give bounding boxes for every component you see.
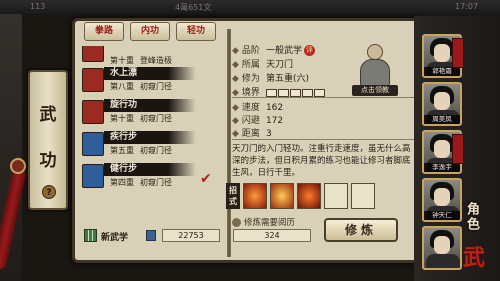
sect-row: ◆ 所属 天刀门: [232, 60, 293, 70]
skill-name: 水上漂: [110, 68, 138, 78]
range-row: ◆ 距离 3: [232, 129, 272, 139]
new-skill-label: 新武学: [101, 233, 129, 243]
moves-label: 招式: [226, 183, 240, 209]
status-left-number: 113: [30, 2, 46, 11]
move-slot-2[interactable]: [270, 183, 294, 209]
grid-icon[interactable]: [84, 229, 97, 242]
selected-check-icon: ✔: [200, 171, 212, 187]
move-slot-4[interactable]: [324, 183, 348, 209]
detail-separator: [232, 139, 416, 140]
training-requirement-value: 324: [233, 229, 311, 242]
skill-level: 第四重 初窥门径: [110, 178, 172, 187]
new-skill-value: 22753: [162, 229, 220, 242]
seal-logo: 武: [462, 245, 485, 271]
side-red-tab: [452, 134, 464, 164]
status-time: 17:07: [455, 2, 479, 11]
skill-item-selected[interactable]: 疾行步 第五重 初窥门径: [80, 128, 222, 158]
experience-icon: [232, 218, 241, 227]
character-portrait[interactable]: 周美凤: [422, 82, 462, 126]
tab-light[interactable]: 轻功: [176, 22, 216, 41]
role-label[interactable]: 角色: [462, 202, 481, 232]
master-body: [360, 59, 390, 87]
book-icon: [82, 100, 104, 124]
grade-row: ◆ 品阶 一般武学评: [232, 45, 315, 56]
book-icon: [82, 164, 104, 188]
status-money: 4萬651文: [175, 3, 212, 12]
cultivation-row: ◆ 修为 第五重(六): [232, 74, 309, 84]
train-button[interactable]: 修炼: [324, 218, 398, 242]
move-slot-3[interactable]: [297, 183, 321, 209]
tab-inner[interactable]: 内功: [130, 22, 170, 41]
help-icon[interactable]: ?: [42, 185, 56, 199]
master-portrait[interactable]: 点击领教: [352, 42, 398, 96]
panel-divider: [227, 29, 231, 257]
skill-level: 第十重 初窥门径: [110, 114, 172, 123]
skill-level: 第八重 初窥门径: [110, 82, 172, 91]
new-skill-bar: 新武学 22753: [84, 229, 224, 243]
status-bar: 113 4萬651文 17:07: [0, 0, 500, 14]
master-head: [367, 44, 383, 60]
move-slot-5[interactable]: [351, 183, 375, 209]
master-caption: 点击领教: [352, 85, 398, 96]
detail-separator: [232, 97, 416, 98]
skill-item[interactable]: 旋行功 第十重 初窥门径: [80, 96, 222, 126]
skill-list[interactable]: 第十重 登峰造极 水上漂 第八重 初窥门径 旋行功 第十重 初窥门径 疾行步 第五重初…: [80, 46, 222, 220]
skill-item[interactable]: 水上漂 第八重 初窥门径: [80, 64, 222, 94]
book-icon: [82, 46, 104, 62]
dodge-row: ◆ 闪避 172: [232, 116, 284, 126]
book-icon: [82, 68, 104, 92]
skill-name: 疾行步: [110, 132, 138, 142]
tab-fist[interactable]: 拳路: [84, 22, 124, 41]
skill-item[interactable]: 第十重 登峰造极: [80, 46, 222, 65]
skill-description: 天刀门的入门轻功。注重行走速度，虽无什么高深的步法，但日积月累的练习也能让修习者…: [232, 144, 411, 178]
book-icon: [82, 132, 104, 156]
skill-name: 旋行功: [110, 100, 138, 110]
grade-badge: 评: [303, 45, 315, 56]
martial-arts-scroll-label: 武 功 ?: [28, 70, 68, 210]
book-small-icon: [146, 230, 156, 241]
move-slot-1[interactable]: [243, 183, 267, 209]
skill-level: 第五重 初窥门径: [110, 146, 172, 155]
scroll-title-top: 武: [39, 105, 57, 125]
tassel-knot-decoration: [10, 158, 26, 174]
speed-row: ◆ 速度 162: [232, 103, 284, 113]
character-portrait[interactable]: 钟天仁: [422, 178, 462, 222]
skill-name: 健行步: [110, 164, 138, 174]
side-red-tab: [452, 38, 464, 68]
scroll-title-bottom: 功: [39, 151, 57, 171]
